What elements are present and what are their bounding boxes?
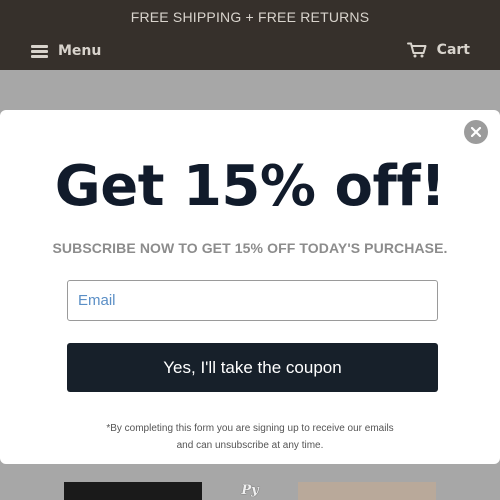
claim-coupon-button[interactable]: Yes, I'll take the coupon	[67, 343, 438, 392]
cart-button[interactable]: Cart	[406, 39, 470, 61]
disclaimer: *By completing this form you are signing…	[0, 420, 500, 454]
announcement-bar: FREE SHIPPING + FREE RETURNS	[0, 0, 500, 34]
site-header: Menu Cart	[0, 34, 500, 70]
hamburger-icon	[31, 44, 48, 58]
brand-logo: Py	[241, 483, 259, 498]
disclaimer-line: and can unsubscribe at any time.	[176, 440, 324, 451]
announcement-text: FREE SHIPPING + FREE RETURNS	[130, 9, 370, 25]
popup-subhead: SUBSCRIBE NOW TO GET 15% OFF TODAY'S PUR…	[52, 240, 448, 256]
popup-headline: Get 15% off!	[54, 154, 446, 219]
product-thumbnails: Py	[0, 482, 500, 500]
email-field[interactable]	[67, 280, 438, 321]
coupon-popup: Get 15% off! SUBSCRIBE NOW TO GET 15% OF…	[0, 110, 500, 464]
menu-button[interactable]: Menu	[31, 41, 101, 61]
cart-icon	[406, 42, 427, 58]
close-icon	[471, 127, 481, 137]
cart-label: Cart	[436, 42, 470, 58]
menu-label: Menu	[58, 43, 102, 59]
close-button[interactable]	[464, 120, 488, 144]
product-thumbnail	[298, 482, 436, 500]
disclaimer-line: *By completing this form you are signing…	[106, 423, 394, 434]
product-thumbnail	[64, 482, 202, 500]
